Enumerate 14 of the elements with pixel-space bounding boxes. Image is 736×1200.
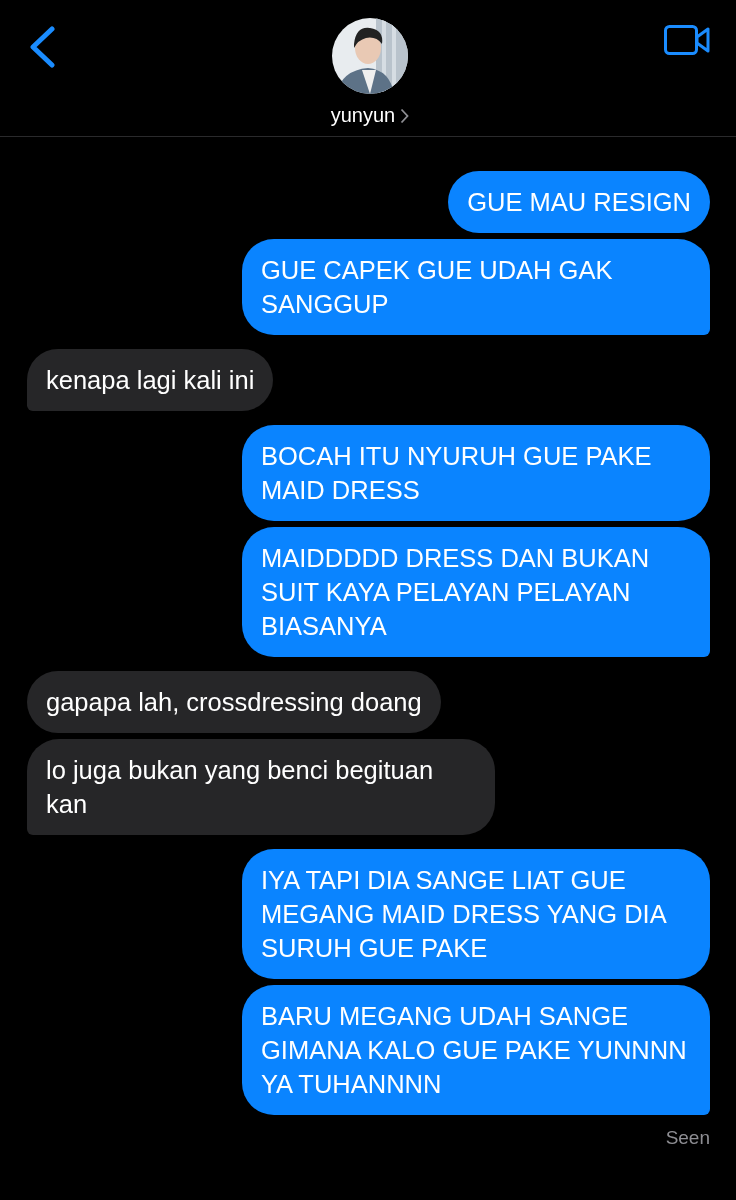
chevron-right-icon[interactable] [400, 107, 410, 124]
video-camera-icon[interactable] [664, 25, 710, 55]
message-bubble: kenapa lagi kali ini [27, 349, 274, 411]
message-bubble: IYA TAPI DIA SANGE LIAT GUE MEGANG MAID DRESS YANG DIA SURUH GUE PAKE [242, 849, 710, 979]
message-bubble: GUE CAPEK GUE UDAH GAK SANGGUP [242, 239, 710, 335]
message-bubble: BOCAH ITU NYURUH GUE PAKE MAID DRESS [242, 425, 710, 521]
read-receipt: Seen [665, 1127, 710, 1149]
message-bubble: BARU MEGANG UDAH SANGE GIMANA KALO GUE PAKE YUNNNN YA TUHANNNN [242, 985, 710, 1115]
message-bubble: gapapa lah, crossdressing doang [27, 671, 441, 733]
message-bubble: GUE MAU RESIGN [448, 171, 710, 233]
back-icon[interactable] [28, 26, 56, 68]
message-bubble: lo juga bukan yang benci begituan kan [27, 739, 495, 835]
contact-name[interactable]: yunyun [330, 104, 396, 127]
message-bubble: MAIDDDDD DRESS DAN BUKAN SUIT KAYA PELAYAN PELAYAN BIASANYA [242, 527, 710, 657]
